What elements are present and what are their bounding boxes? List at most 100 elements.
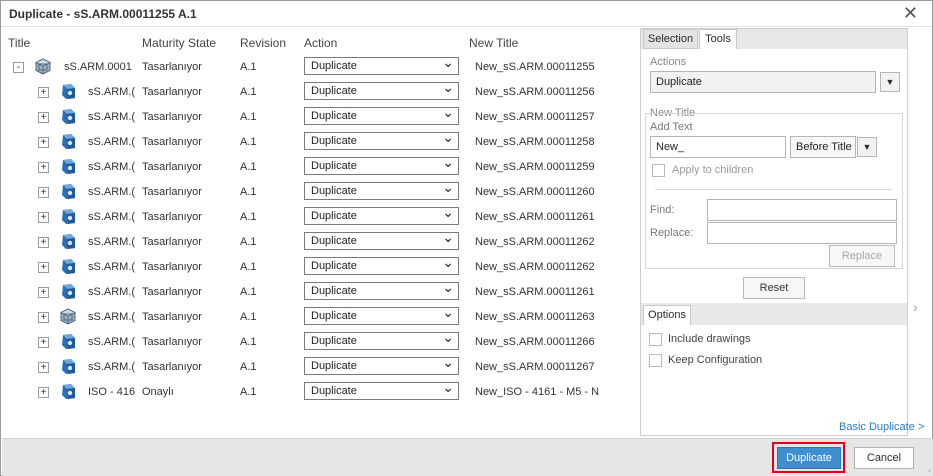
expand-icon[interactable]: + [38, 312, 49, 323]
row-new-title: New_sS.ARM.00011262 [475, 261, 595, 273]
column-header-action[interactable]: Action [304, 36, 337, 50]
row-revision: A.1 [240, 386, 257, 398]
table-row[interactable]: + sS.ARM.(Tasarlanıyor A.1 Duplicate ⌄ New_sS… [2, 304, 635, 330]
assembly-icon [60, 308, 76, 325]
part-icon [60, 258, 76, 275]
actions-dropdown-arrow-icon[interactable]: ▼ [880, 72, 900, 92]
chevron-down-icon: ⌄ [442, 54, 454, 70]
include-drawings-checkbox[interactable] [649, 333, 662, 346]
expand-icon[interactable]: + [38, 212, 49, 223]
table-row[interactable]: + sS.ARM.(Tasarlanıyor A.1 Duplicate ⌄ New_sS… [2, 354, 635, 380]
table-row[interactable]: + sS.ARM.(Tasarlanıyor A.1 Duplicate ⌄ New_sS… [2, 129, 635, 155]
keep-configuration-checkbox[interactable] [649, 354, 662, 367]
action-dropdown[interactable]: Duplicate ⌄ [304, 104, 459, 125]
reset-button[interactable]: Reset [743, 277, 805, 299]
part-icon [60, 383, 76, 400]
expand-icon[interactable]: + [38, 187, 49, 198]
action-dropdown[interactable]: Duplicate ⌄ [304, 254, 459, 275]
tools-tab-content: Actions Duplicate ▼ New Title Add Text N… [641, 49, 907, 303]
expand-icon[interactable]: + [38, 112, 49, 123]
action-dropdown[interactable]: Duplicate ⌄ [304, 79, 459, 100]
expand-icon[interactable]: + [38, 362, 49, 373]
row-title: sS.ARM.( [88, 311, 136, 323]
action-dropdown-value: Duplicate [311, 385, 357, 397]
expand-icon[interactable]: + [38, 87, 49, 98]
table-row[interactable]: + ISO - 416 Onaylı A.1 Duplicate ⌄ New_ISO - 4… [2, 379, 635, 405]
resize-grip-icon[interactable]: ⌟ [927, 463, 931, 474]
text-position-arrow-icon[interactable]: ▼ [857, 137, 877, 157]
expand-icon[interactable]: + [38, 162, 49, 173]
replace-input[interactable] [707, 222, 897, 244]
table-row[interactable]: + sS.ARM.(Tasarlanıyor A.1 Duplicate ⌄ New_sS… [2, 229, 635, 255]
column-header-title[interactable]: Title [8, 36, 30, 50]
column-header-new-title[interactable]: New Title [469, 36, 518, 50]
tab-options[interactable]: Options [643, 305, 691, 325]
expand-icon[interactable]: + [38, 337, 49, 348]
part-icon [60, 358, 76, 375]
part-icon [60, 133, 76, 150]
include-drawings-label: Include drawings [668, 333, 751, 345]
tab-tools[interactable]: Tools [699, 29, 737, 49]
table-row[interactable]: + sS.ARM.(Tasarlanıyor A.1 Duplicate ⌄ New_sS… [2, 104, 635, 130]
find-input[interactable] [707, 199, 897, 221]
expand-icon[interactable]: + [38, 137, 49, 148]
divider [655, 189, 891, 190]
basic-duplicate-link[interactable]: Basic Duplicate > [839, 421, 924, 433]
apply-to-children-checkbox[interactable] [652, 164, 665, 177]
part-icon [60, 233, 76, 250]
action-dropdown[interactable]: Duplicate ⌄ [304, 204, 459, 225]
action-dropdown[interactable]: Duplicate ⌄ [304, 54, 459, 75]
collapse-icon[interactable]: - [13, 62, 24, 73]
row-maturity-state: Tasarlanıyor [142, 336, 202, 348]
row-title: sS.ARM.( [88, 336, 136, 348]
row-title: sS.ARM.( [88, 186, 136, 198]
expand-icon[interactable]: + [38, 237, 49, 248]
chevron-down-icon: ⌄ [442, 229, 454, 245]
row-maturity-state: Tasarlanıyor [142, 236, 202, 248]
table-row[interactable]: + sS.ARM.(Tasarlanıyor A.1 Duplicate ⌄ New_sS… [2, 279, 635, 305]
action-dropdown[interactable]: Duplicate ⌄ [304, 279, 459, 300]
add-text-input[interactable]: New_ [650, 136, 786, 158]
table-row[interactable]: + sS.ARM.(Tasarlanıyor A.1 Duplicate ⌄ New_sS… [2, 204, 635, 230]
action-dropdown[interactable]: Duplicate ⌄ [304, 379, 459, 400]
table-row[interactable]: + sS.ARM.(Tasarlanıyor A.1 Duplicate ⌄ New_sS… [2, 254, 635, 280]
action-dropdown[interactable]: Duplicate ⌄ [304, 179, 459, 200]
row-new-title: New_sS.ARM.00011266 [475, 336, 595, 348]
action-dropdown[interactable]: Duplicate ⌄ [304, 354, 459, 375]
expand-icon[interactable]: + [38, 262, 49, 273]
row-maturity-state: Tasarlanıyor [142, 186, 202, 198]
close-icon[interactable]: ✕ [903, 3, 918, 24]
action-dropdown-value: Duplicate [311, 110, 357, 122]
table-row[interactable]: + sS.ARM.(Tasarlanıyor A.1 Duplicate ⌄ New_sS… [2, 154, 635, 180]
tab-selection[interactable]: Selection [643, 29, 698, 49]
find-label: Find: [650, 204, 675, 216]
row-maturity-state: Tasarlanıyor [142, 86, 202, 98]
duplicate-button[interactable]: Duplicate [777, 447, 841, 469]
row-new-title: New_sS.ARM.00011261 [475, 286, 595, 298]
cancel-button[interactable]: Cancel [854, 447, 914, 469]
action-dropdown[interactable]: Duplicate ⌄ [304, 154, 459, 175]
action-dropdown-value: Duplicate [311, 360, 357, 372]
column-header-revision[interactable]: Revision [240, 36, 286, 50]
action-dropdown-value: Duplicate [311, 135, 357, 147]
chevron-down-icon: ⌄ [442, 104, 454, 120]
actions-dropdown[interactable]: Duplicate [650, 71, 876, 93]
row-title: sS.ARM.( [88, 361, 136, 373]
row-revision: A.1 [240, 336, 257, 348]
table-row[interactable]: - sS.ARM.0001 Tasarlanıyor A.1 Duplicate ⌄ New… [2, 54, 635, 80]
text-position-dropdown[interactable]: Before Title [790, 136, 856, 158]
action-dropdown[interactable]: Duplicate ⌄ [304, 329, 459, 350]
action-dropdown[interactable]: Duplicate ⌄ [304, 229, 459, 250]
expand-icon[interactable]: + [38, 287, 49, 298]
action-dropdown[interactable]: Duplicate ⌄ [304, 304, 459, 325]
column-header-maturity[interactable]: Maturity State [142, 36, 216, 50]
table-row[interactable]: + sS.ARM.(Tasarlanıyor A.1 Duplicate ⌄ New_sS… [2, 79, 635, 105]
expand-icon[interactable]: + [38, 387, 49, 398]
table-row[interactable]: + sS.ARM.( Tasarlanıyor A.1 Duplicate ⌄ New_sS… [2, 329, 635, 355]
duplicate-dialog: Duplicate - sS.ARM.00011255 A.1 ✕ Title … [0, 0, 933, 476]
chevron-down-icon: ⌄ [442, 254, 454, 270]
chevron-right-icon[interactable]: › [913, 299, 918, 315]
action-dropdown[interactable]: Duplicate ⌄ [304, 129, 459, 150]
replace-button[interactable]: Replace [829, 245, 895, 267]
table-row[interactable]: + sS.ARM.(Tasarlanıyor A.1 Duplicate ⌄ New_sS… [2, 179, 635, 205]
